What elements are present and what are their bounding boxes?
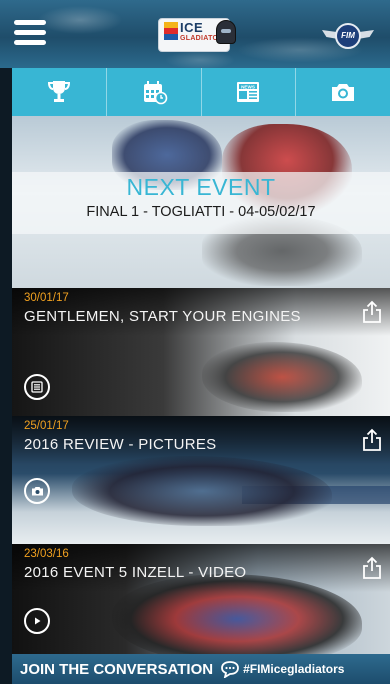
tab-gallery[interactable] xyxy=(296,68,390,116)
logo-primary-text: ICE xyxy=(180,20,204,35)
join-conversation-banner[interactable]: JOIN THE CONVERSATION #FIMicegladiators xyxy=(12,654,390,684)
app-screen: ICE GLADIATORS FIM NEWS NEXT EVENT FINAL… xyxy=(0,0,390,684)
next-event-detail: FINAL 1 - TOGLIATTI - 04-05/02/17 xyxy=(86,204,316,220)
news-date: 30/01/17 xyxy=(24,292,69,304)
news-card[interactable]: 23/03/16 2016 EVENT 5 INZELL - VIDEO xyxy=(12,544,390,672)
expo-logo-icon xyxy=(164,22,178,44)
tab-news[interactable]: NEWS xyxy=(202,68,297,116)
chat-bubble-icon xyxy=(221,661,239,678)
next-event-banner[interactable]: NEXT EVENT FINAL 1 - TOGLIATTI - 04-05/0… xyxy=(12,116,390,288)
news-title: 2016 EVENT 5 INZELL - VIDEO xyxy=(24,564,247,581)
play-icon xyxy=(24,608,50,634)
news-title: 2016 REVIEW - PICTURES xyxy=(24,436,217,453)
news-icon-text: NEWS xyxy=(241,84,255,89)
trophy-icon xyxy=(47,81,70,102)
fim-logo-text: FIM xyxy=(335,23,361,49)
article-icon xyxy=(24,374,50,400)
calendar-icon xyxy=(143,81,167,105)
tab-calendar[interactable] xyxy=(107,68,202,116)
fim-logo[interactable]: FIM xyxy=(322,20,374,52)
hamburger-menu-icon[interactable] xyxy=(14,20,46,46)
camera-icon xyxy=(332,84,355,101)
helmet-icon xyxy=(216,20,236,44)
ice-gladiators-logo[interactable]: ICE GLADIATORS xyxy=(150,12,242,56)
news-card[interactable]: 25/01/17 2016 REVIEW - PICTURES xyxy=(12,416,390,544)
share-icon[interactable] xyxy=(362,428,382,452)
camera-icon xyxy=(24,478,50,504)
next-event-label: NEXT EVENT xyxy=(126,174,276,200)
share-icon[interactable] xyxy=(362,556,382,580)
news-icon: NEWS xyxy=(237,82,260,102)
share-icon[interactable] xyxy=(362,300,382,324)
news-date: 23/03/16 xyxy=(24,548,69,560)
news-title: GENTLEMEN, START YOUR ENGINES xyxy=(24,308,301,325)
tab-results[interactable] xyxy=(12,68,107,116)
join-conversation-label: JOIN THE CONVERSATION xyxy=(20,660,214,678)
hashtag-text: #FIMicegladiators xyxy=(243,662,345,676)
section-tab-bar: NEWS xyxy=(12,68,390,116)
news-date: 25/01/17 xyxy=(24,420,69,432)
news-card[interactable]: 30/01/17 GENTLEMEN, START YOUR ENGINES xyxy=(12,288,390,416)
app-header: ICE GLADIATORS FIM xyxy=(0,0,390,68)
